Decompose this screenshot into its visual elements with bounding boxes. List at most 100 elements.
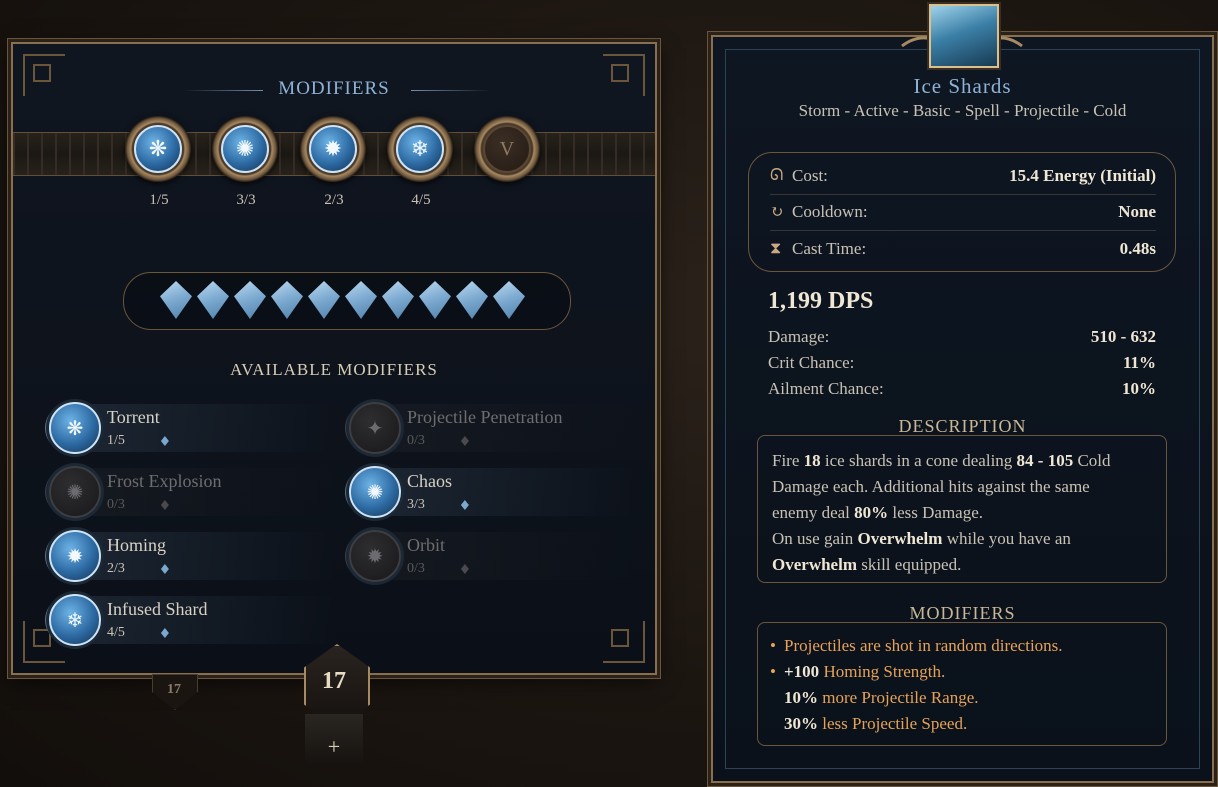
modifier-point-diamond [493,281,525,319]
modifier-icon: ❄ [49,594,101,646]
modifier-icon: ✺ [49,466,101,518]
skill-description: Fire 18 ice shards in a cone dealing 84 … [757,435,1167,583]
modifier-name: Infused Shard [107,599,208,619]
description-text: enemy deal [772,503,855,522]
modifier-effect-line: 10% more Projectile Range. [770,685,1154,711]
modifier-effect-value: 10% [784,688,818,707]
modifier-points-bar [123,272,571,330]
locked-slot-icon: V [483,125,531,173]
point-diamond-icon [160,564,169,574]
modifier-name: Torrent [107,407,160,427]
modifier-slot[interactable]: ✹ 2/3 [300,116,368,209]
description-line: On use gain Overwhelm while you have an [772,526,1152,552]
modifier-name: Projectile Penetration [407,407,563,427]
point-diamond-icon [460,436,469,446]
description-highlight: 84 - 105 [1016,451,1074,470]
modifier-slot[interactable]: ❄ 4/5 [387,116,455,209]
modifier-effect-value: 30% [784,714,818,733]
hourglass-icon: ⧗ [770,240,782,257]
modifier-icon: ✦ [349,402,401,454]
description-highlight: 80% [854,503,889,522]
modifiers-title: MODIFIERS [278,78,390,99]
modifier-count: 0/3 [407,433,425,448]
modifier-point-diamond [382,281,414,319]
stat-label: Cost: [792,166,828,185]
slot-ring: ✹ [300,116,366,182]
description-line: Damage each. Additional hits against the… [772,474,1152,500]
modifier-point-diamond [271,281,303,319]
description-text: ice shards in a cone dealing [820,451,1017,470]
ice-shards-skill-icon [929,4,999,68]
modifier-progress: 1/5 [107,433,169,449]
modifier-count: 1/5 [107,433,125,448]
modifier-progress: 4/5 [107,625,207,641]
modifiers-panel: MODIFIERS ❋ 1/5 ✺ 3/3 ✹ 2/3 ❄ 4/5 V AVAILABLE MO… [11,42,657,675]
modifier-count: 0/3 [407,561,425,576]
slot-ring: ❋ [125,116,191,182]
modifier-item[interactable]: ✦ Projectile Penetration 0/3 [345,400,635,456]
modifier-text: Infused Shard 4/5 [107,599,207,641]
modifier-point-diamond [456,281,488,319]
modifier-text: Torrent 1/5 [107,407,169,449]
modifier-icon: ✹ [349,530,401,582]
modifier-progress: 2/3 [107,561,169,577]
modifier-item[interactable]: ✹ Homing 2/3 [45,528,335,584]
damage-stat-value: 510 - 632 [1090,327,1156,346]
slot-count: 1/5 [149,192,169,208]
description-title: DESCRIPTION [898,416,1027,436]
modifier-item[interactable]: ✺ Frost Explosion 0/3 [45,464,335,520]
available-modifiers-list: ❋ Torrent 1/5 ✦ Projectile Penetration 0/3 ✺ Fr… [45,400,645,670]
description-text: skill equipped. [856,555,962,574]
modifier-icon: ✺ [349,466,401,518]
skill-tags: Storm - Active - Basic - Spell - Project… [798,101,1127,120]
description-text: while you have an [942,529,1071,548]
modifier-text: Projectile Penetration 0/3 [407,407,562,449]
modifier-effect-line: 30% less Projectile Speed. [770,711,1154,737]
modifier-effect-value: +100 [784,662,820,681]
modifier-slot[interactable]: ✺ 3/3 [212,116,280,209]
add-point-button[interactable]: + [305,714,363,766]
energy-icon: ᘏ [770,167,784,184]
description-text: On use gain [772,529,858,548]
modifier-name: Frost Explosion [107,471,222,491]
point-diamond-icon [160,436,169,446]
skill-level-number: 17 [322,668,346,694]
skill-name: Ice Shards [913,74,1012,98]
description-highlight: Overwhelm [857,529,943,548]
modifier-item[interactable]: ✺ Chaos 3/3 [345,464,635,520]
slot-ring: V [474,116,540,182]
modifier-slot[interactable]: ❋ 1/5 [125,116,193,209]
homing-icon: ✹ [309,125,357,173]
modifier-item[interactable]: ✹ Orbit 0/3 [345,528,635,584]
modifier-point-diamond [160,281,192,319]
point-diamond-icon [160,628,169,638]
description-text: Fire [772,451,804,470]
modifier-icon: ✹ [49,530,101,582]
modifier-name: Chaos [407,471,452,491]
modifier-count: 2/3 [107,561,125,576]
description-text: less Damage. [888,503,984,522]
modifier-count: 3/3 [407,497,425,512]
slot-count: 4/5 [411,192,431,208]
modifier-progress: 0/3 [407,561,469,577]
cooldown-icon: ↻ [770,204,784,221]
modifier-point-diamond [197,281,229,319]
point-diamond-icon [460,500,469,510]
slot-ring: ❄ [387,116,453,182]
secondary-level-number: 17 [167,682,181,697]
bullet-icon: • [770,662,776,681]
stat-label: Cast Time: [792,239,867,258]
infused-shard-icon: ❄ [396,125,444,173]
modifier-effect-text: more Projectile Range. [818,688,979,707]
modifier-point-diamond [234,281,266,319]
bullet-icon: • [770,636,776,655]
modifier-slot[interactable]: V [474,116,542,182]
modifier-text: Chaos 3/3 [407,471,469,513]
point-diamond-icon [160,500,169,510]
point-diamond-icon [460,564,469,574]
modifier-effect-text: Homing Strength. [819,662,946,681]
description-highlight: Overwhelm [772,555,857,574]
modifier-text: Orbit 0/3 [407,535,469,577]
modifier-item[interactable]: ❋ Torrent 1/5 [45,400,335,456]
damage-stat-label: Damage: [768,327,830,346]
